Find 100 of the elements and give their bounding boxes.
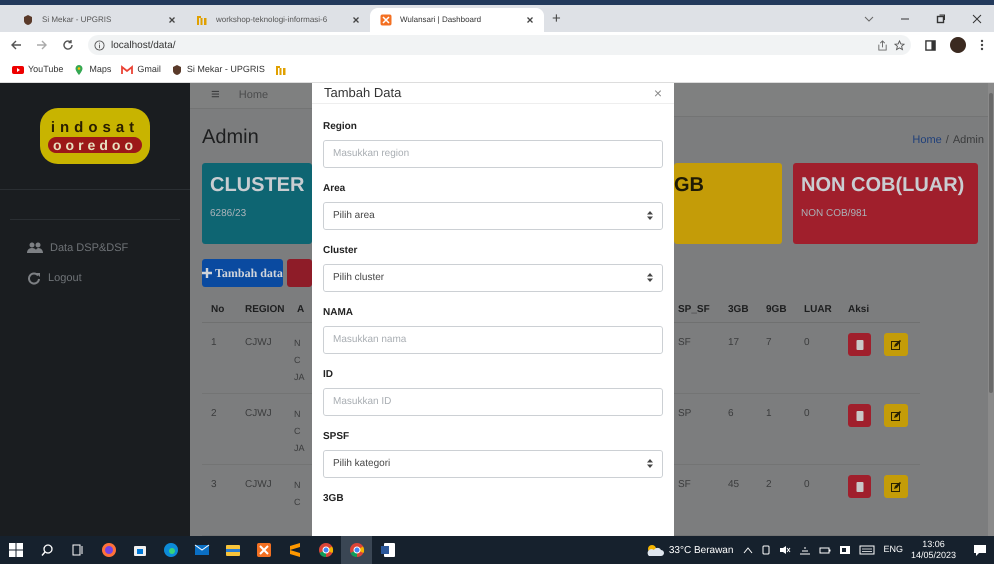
delete-button[interactable]: [848, 475, 871, 498]
table-cell-text: C: [294, 496, 300, 509]
table-cell-text: 17: [727, 336, 740, 350]
share-icon[interactable]: [877, 40, 888, 50]
table-cell-text: SF: [677, 478, 692, 492]
language-indicator[interactable]: ENG: [883, 543, 903, 557]
edit-icon: [891, 410, 901, 420]
column-header: REGION: [244, 302, 286, 316]
table-cell-text: CJWJ: [244, 407, 273, 421]
table-cell-text: 1: [210, 336, 218, 350]
column-header: SP_SF: [677, 302, 711, 316]
tab-title: Wulansari | Dashboard: [400, 14, 482, 26]
table-cell-text: SF: [677, 336, 692, 350]
shield-icon: [170, 64, 183, 76]
video-icon: [12, 64, 24, 76]
tab-title: workshop-teknologi-informasi-6: [216, 14, 328, 26]
edit-button[interactable]: [884, 333, 908, 356]
field-label: Region: [323, 120, 358, 134]
select-field[interactable]: Pilih area: [323, 202, 663, 230]
select-field[interactable]: Pilih cluster: [323, 264, 663, 292]
field-label: ID: [323, 368, 334, 382]
table-cell-text: 2: [765, 478, 773, 492]
trash-icon: [856, 410, 864, 420]
table-cell-text: 1: [765, 407, 773, 421]
table-cell-text: 3: [210, 478, 218, 492]
column-header: 3GB: [727, 302, 750, 316]
app-icon: [224, 542, 240, 558]
bookmark[interactable]: Si Mekar - UPGRIS: [170, 63, 265, 77]
star-icon[interactable]: [894, 40, 905, 50]
tray-icon[interactable]: [761, 545, 772, 555]
close-icon[interactable]: [352, 16, 360, 24]
bookmark[interactable]: Gmail: [121, 63, 161, 77]
logo-text: indosat: [50, 120, 140, 136]
close-icon[interactable]: [168, 16, 176, 24]
profile-avatar[interactable]: [950, 37, 966, 53]
app-icon: [194, 542, 210, 558]
input-field[interactable]: Masukkan ID: [323, 388, 663, 416]
app-icon: [162, 542, 178, 558]
table-cell-text: C: [294, 425, 302, 438]
network-icon[interactable]: [799, 545, 812, 555]
edit-button[interactable]: [884, 404, 908, 427]
clock[interactable]: 13:06 14/05/2023: [910, 539, 966, 561]
taskbar-app-button[interactable]: [341, 536, 372, 564]
column-header: A: [296, 302, 306, 316]
tray-icon[interactable]: [839, 545, 852, 555]
chevron-down-icon[interactable]: [864, 14, 874, 24]
tab-title: Si Mekar - UPGRIS: [42, 14, 112, 26]
edit-icon: [891, 340, 901, 350]
more-icon[interactable]: [980, 39, 984, 51]
battery-icon[interactable]: [819, 545, 832, 555]
input-field[interactable]: Masukkan region: [323, 140, 663, 168]
table-cell-text: 45: [727, 478, 740, 492]
m-icon: [196, 14, 208, 26]
speaker-muted-icon[interactable]: [779, 545, 792, 555]
field-label: 3GB: [323, 492, 345, 506]
sort-caret-icon: [647, 273, 653, 282]
table-cell-text: 0: [803, 336, 811, 350]
browser-tab[interactable]: Si Mekar - UPGRIS: [12, 8, 186, 32]
sort-caret-icon: [647, 211, 653, 220]
table-cell-text: CJWJ: [244, 478, 273, 492]
close-icon[interactable]: [972, 14, 982, 24]
delete-button[interactable]: [848, 404, 871, 427]
close-button[interactable]: ×: [654, 86, 662, 100]
restore-icon[interactable]: [936, 14, 946, 24]
back-icon[interactable]: [10, 39, 22, 51]
field-label: Area: [323, 182, 346, 196]
close-icon[interactable]: [526, 16, 534, 24]
sort-caret-icon: [647, 459, 653, 468]
delete-button[interactable]: [848, 333, 871, 356]
card-title: NON COB(LUAR): [801, 173, 966, 198]
browser-tab[interactable]: Wulansari | Dashboard: [370, 8, 544, 32]
weather-widget[interactable]: 33°C Berawan: [646, 542, 744, 558]
bookmark[interactable]: YouTube: [12, 63, 64, 77]
add-data-button[interactable]: Tambah data: [202, 259, 283, 287]
new-tab-button[interactable]: +: [544, 8, 569, 32]
table-cell-text: SP: [677, 407, 692, 421]
column-header: 9GB: [765, 302, 788, 316]
table-cell-text: N: [294, 408, 302, 421]
refresh-icon: [27, 271, 41, 285]
bookmark[interactable]: Maps: [73, 63, 112, 77]
chevron-up-icon[interactable]: [743, 546, 754, 554]
trash-icon: [856, 482, 864, 492]
table-cell-text: 2: [210, 407, 218, 421]
select-field[interactable]: Pilih kategori: [323, 450, 663, 478]
address-field[interactable]: localhost/data/: [88, 35, 911, 55]
modal-title: Tambah Data: [324, 84, 402, 102]
table-cell-text: JA: [294, 371, 305, 384]
input-field[interactable]: Masukkan nama: [323, 326, 663, 354]
column-header: Aksi: [847, 302, 870, 316]
table-cell-text: 6: [727, 407, 735, 421]
field-label: SPSF: [323, 430, 350, 444]
keyboard-icon[interactable]: [859, 545, 876, 555]
table-cell-text: 0: [803, 478, 811, 492]
edit-button[interactable]: [884, 475, 908, 498]
side-panel-icon[interactable]: [925, 40, 936, 50]
users-icon: [27, 242, 43, 254]
card-title: GB: [674, 173, 705, 198]
url-text: localhost/data/: [111, 38, 176, 52]
browser-tab[interactable]: workshop-teknologi-informasi-6: [186, 8, 370, 32]
reload-icon[interactable]: [62, 39, 74, 51]
